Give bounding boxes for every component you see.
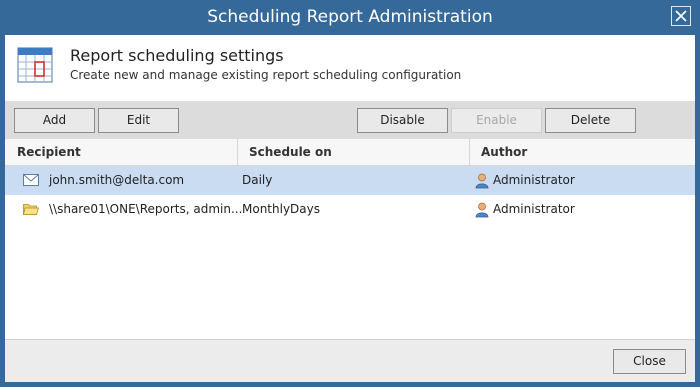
dialog-body: Report scheduling settings Create new an… [5,35,695,382]
envelope-icon [23,174,39,186]
user-icon [475,202,489,218]
recipient-cell: \\share01\ONE\Reports, admin... [49,202,243,216]
column-divider[interactable] [237,139,238,165]
enable-button[interactable]: Enable [451,108,542,133]
table-row[interactable]: \\share01\ONE\Reports, admin... MonthlyD… [5,195,695,224]
delete-button[interactable]: Delete [545,108,636,133]
window-close-button[interactable] [671,6,691,26]
user-icon [475,173,489,189]
header-title: Report scheduling settings [70,46,284,65]
calendar-icon [17,47,53,83]
toolbar: Add Edit Disable Enable Delete [5,101,695,139]
schedule-table: Recipient Schedule on Author john.smith@… [5,139,695,339]
edit-button[interactable]: Edit [98,108,179,133]
table-header: Recipient Schedule on Author [5,139,695,166]
dialog-footer: Close [5,339,695,382]
close-icon [675,10,687,22]
title-bar: Scheduling Report Administration [0,0,700,35]
author-cell: Administrator [493,173,575,187]
dialog-header: Report scheduling settings Create new an… [5,35,695,101]
table-row[interactable]: john.smith@delta.com Daily Administrator [5,166,695,195]
folder-icon [23,204,39,215]
window-title: Scheduling Report Administration [207,7,493,27]
disable-button[interactable]: Disable [357,108,448,133]
close-button[interactable]: Close [613,349,686,374]
add-button[interactable]: Add [14,108,95,133]
author-cell: Administrator [493,202,575,216]
dialog-window: Scheduling Report Administration Report … [0,0,700,387]
column-header-schedule[interactable]: Schedule on [249,139,332,165]
column-header-author[interactable]: Author [481,139,527,165]
recipient-cell: john.smith@delta.com [49,173,185,187]
header-subtitle: Create new and manage existing report sc… [70,68,462,82]
column-divider[interactable] [469,139,470,165]
schedule-cell: Daily [242,173,273,187]
column-header-recipient[interactable]: Recipient [17,139,81,165]
schedule-cell: MonthlyDays [242,202,320,216]
